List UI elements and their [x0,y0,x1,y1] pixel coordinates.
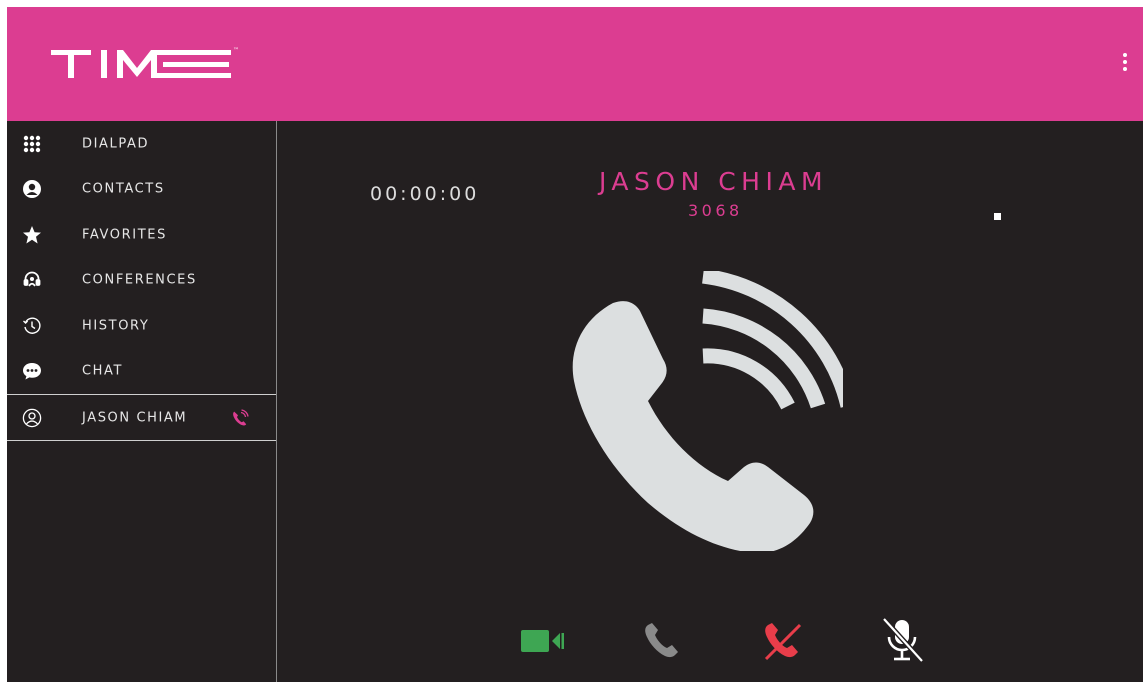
sidebar-item-contacts[interactable]: CONTACTS [7,167,276,213]
hangup-phone-icon [764,623,802,661]
status-indicator [994,213,1001,220]
answer-call-button[interactable] [637,619,687,663]
sidebar-item-label: FAVORITES [82,227,167,243]
phone-icon [645,623,678,658]
ringing-phone-icon [568,268,856,554]
sidebar-item-label: DIALPAD [82,136,150,152]
sidebar-item-label: HISTORY [82,318,150,334]
contact-person-icon [22,179,42,199]
hangup-call-button[interactable] [757,619,807,663]
mute-button[interactable] [877,617,927,663]
history-clock-icon [22,316,42,336]
sidebar-item-conferences[interactable]: CONFERENCES [7,258,276,304]
more-options-button[interactable] [1115,47,1135,77]
caller-number: 3068 [688,201,743,220]
header-bar: ™ [7,7,1143,121]
sidebar-item-label: CONTACTS [82,181,165,197]
sidebar-item-label: JASON CHIAM [82,410,188,425]
app-window: ™ DIALPAD CONTACTS FAVORITES CONFERENCES… [7,7,1143,682]
ringing-phone-icon [231,408,249,427]
call-timer: 00:00:00 [370,183,480,205]
time-logo: ™ [51,44,247,84]
sidebar-nav: DIALPAD CONTACTS FAVORITES CONFERENCES H… [7,121,277,682]
more-vertical-icon [1123,53,1127,57]
sidebar-item-label: CONFERENCES [82,272,197,288]
call-panel: 00:00:00 JASON CHIAM 3068 [278,121,1143,682]
star-icon [22,225,42,245]
sidebar-item-dialpad[interactable]: DIALPAD [7,121,276,167]
sidebar-item-history[interactable]: HISTORY [7,303,276,349]
dialpad-grid-icon [22,134,42,154]
sidebar-item-label: CHAT [82,363,124,379]
video-camera-icon [521,630,564,652]
sidebar-item-chat[interactable]: CHAT [7,349,276,395]
sidebar-item-favorites[interactable]: FAVORITES [7,212,276,258]
conference-headset-icon [22,270,42,290]
microphone-muted-icon [882,617,924,663]
svg-text:™: ™ [233,47,239,54]
caller-name: JASON CHIAM [599,167,829,196]
call-controls [278,611,1143,671]
chat-bubble-icon [22,361,42,381]
sidebar-active-call-jason-chiam[interactable]: JASON CHIAM [7,394,276,441]
video-call-button[interactable] [517,619,567,663]
contact-outline-icon [22,408,42,428]
